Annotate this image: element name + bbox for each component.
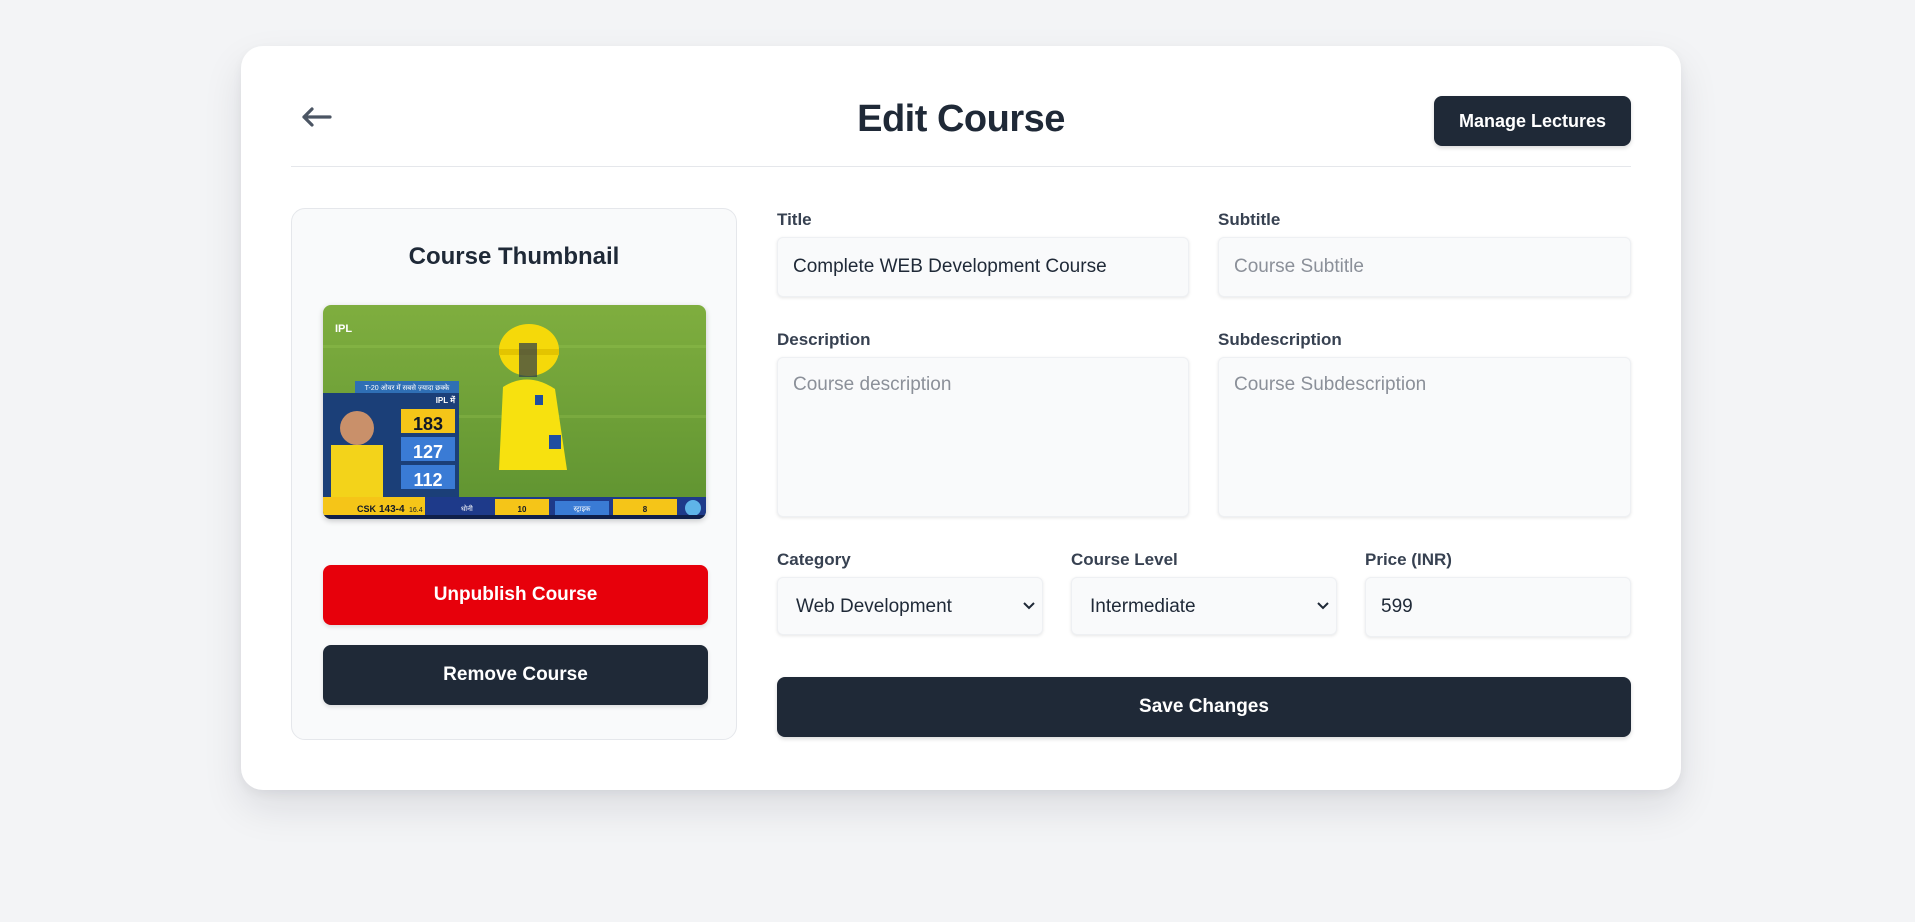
- price-label: Price (INR): [1365, 550, 1452, 569]
- unpublish-course-button[interactable]: Unpublish Course: [323, 565, 708, 625]
- subdescription-textarea[interactable]: [1218, 357, 1631, 517]
- ticker-num-2: 8: [643, 505, 648, 514]
- remove-course-button[interactable]: Remove Course: [323, 645, 708, 705]
- subtitle-label: Subtitle: [1218, 210, 1281, 229]
- title-input[interactable]: [777, 237, 1189, 297]
- ticker-3: स्ट्राइक: [574, 506, 592, 513]
- ipl-tag: IPL में: [436, 395, 457, 405]
- stat-value-1: 183: [413, 414, 443, 434]
- page-header: Edit Course Manage Lectures: [291, 46, 1631, 167]
- stat-value-2: 127: [413, 442, 443, 462]
- thumbnail-heading: Course Thumbnail: [408, 243, 620, 270]
- price-input[interactable]: [1365, 577, 1631, 637]
- manage-lectures-button[interactable]: Manage Lectures: [1434, 96, 1631, 146]
- title-label: Title: [777, 210, 812, 229]
- stat-value-3: 112: [413, 470, 442, 490]
- category-label: Category: [777, 550, 851, 569]
- ticker-num-1: 10: [518, 505, 527, 514]
- edit-course-card: Edit Course Manage Lectures Course Thumb…: [241, 46, 1681, 790]
- ipl-logo: IPL: [335, 323, 352, 335]
- stats-banner: T-20 ओवर में सबसे ज़्यादा छक्के: [365, 383, 450, 392]
- ticker-1: धोनी: [461, 504, 473, 513]
- thumbnail-panel: Course Thumbnail IPL T-20 ओवर में सबसे ज…: [291, 208, 737, 740]
- description-label: Description: [777, 330, 871, 349]
- category-select[interactable]: Web Development: [777, 577, 1043, 635]
- page-title: Edit Course: [857, 98, 1065, 140]
- subdescription-label: Subdescription: [1218, 330, 1342, 349]
- course-level-select[interactable]: Intermediate: [1071, 577, 1337, 635]
- category-select-wrapper: Web Development: [777, 577, 1043, 635]
- description-textarea[interactable]: [777, 357, 1189, 517]
- score-value: 143-4: [379, 504, 405, 515]
- course-level-select-wrapper: Intermediate: [1071, 577, 1337, 635]
- course-thumbnail-image[interactable]: IPL T-20 ओवर में सबसे ज़्यादा छक्के IPL …: [323, 305, 706, 519]
- save-changes-button[interactable]: Save Changes: [777, 677, 1631, 737]
- score-overs: 16.4: [409, 507, 423, 514]
- score-team: CSK: [357, 504, 377, 514]
- course-level-label: Course Level: [1071, 550, 1178, 569]
- subtitle-input[interactable]: [1218, 237, 1631, 297]
